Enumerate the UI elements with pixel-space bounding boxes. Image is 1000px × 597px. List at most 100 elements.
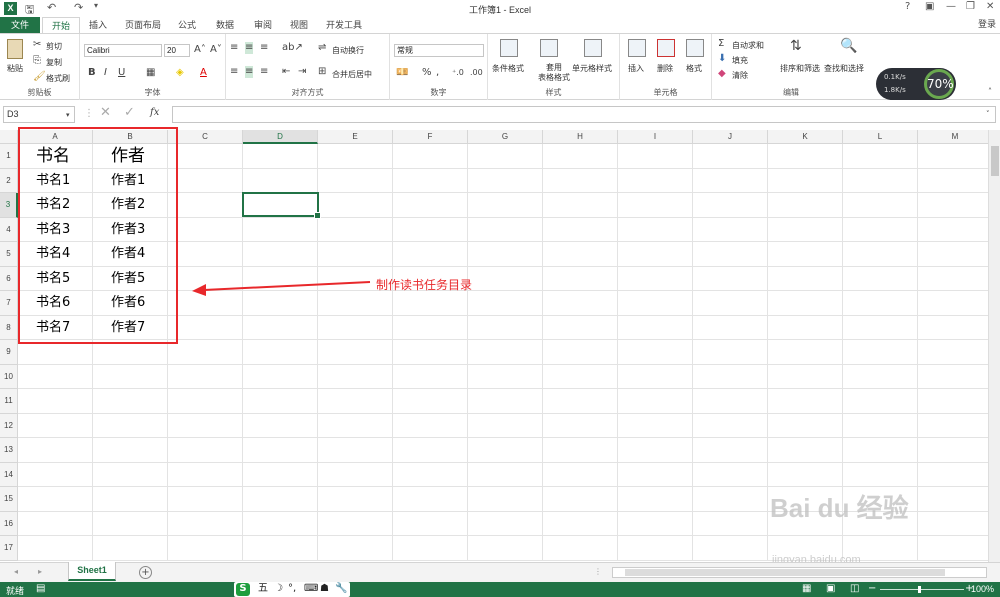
cell-j16[interactable] — [693, 511, 768, 536]
cell-f5[interactable] — [393, 242, 468, 267]
cell-k1[interactable] — [768, 144, 843, 169]
cell-d2[interactable] — [243, 168, 318, 193]
cell-c9[interactable] — [168, 340, 243, 365]
cell-d15[interactable] — [243, 487, 318, 512]
cell-k13[interactable] — [768, 438, 843, 463]
cell-h16[interactable] — [543, 511, 618, 536]
ime-settings-icon[interactable]: 🔧 — [335, 583, 347, 595]
clear-button[interactable]: 清除 — [732, 70, 748, 81]
horizontal-scrollbar[interactable] — [612, 567, 987, 578]
page-layout-view-icon[interactable]: ▣ — [826, 583, 835, 595]
name-box-dropdown-icon[interactable]: ▾ — [66, 109, 70, 121]
cell-i2[interactable] — [618, 168, 693, 193]
column-header-k[interactable]: K — [768, 130, 843, 144]
cell-g6[interactable] — [468, 266, 543, 291]
cell-j11[interactable] — [693, 389, 768, 414]
formula-input[interactable] — [172, 106, 996, 123]
login-link[interactable]: 登录 — [978, 17, 996, 34]
cell-h1[interactable] — [543, 144, 618, 169]
cell-g2[interactable] — [468, 168, 543, 193]
format-cells-button[interactable]: 格式 — [686, 63, 702, 74]
comma-style-icon[interactable]: , — [436, 67, 439, 79]
cell-i13[interactable] — [618, 438, 693, 463]
cell-m2[interactable] — [918, 169, 990, 193]
column-header-e[interactable]: E — [318, 130, 393, 144]
fill-color-icon[interactable]: ◈ — [176, 67, 184, 79]
cell-l4[interactable] — [843, 217, 918, 242]
cell-h17[interactable] — [543, 536, 618, 561]
font-name-select[interactable]: Calibri — [84, 44, 162, 57]
align-bottom-icon[interactable]: ≡ — [260, 42, 268, 54]
cell-d9[interactable] — [243, 340, 318, 365]
add-sheet-button[interactable]: + — [139, 566, 152, 579]
split-handle-icon[interactable]: ⋮ — [594, 566, 602, 578]
row-header-15[interactable]: 15 — [0, 487, 18, 512]
cell-a17[interactable] — [18, 536, 93, 561]
cell-l9[interactable] — [843, 340, 918, 365]
collapse-ribbon-icon[interactable]: ˄ — [988, 86, 992, 98]
cell-h7[interactable] — [543, 291, 618, 316]
cell-h5[interactable] — [543, 242, 618, 267]
cell-g17[interactable] — [468, 536, 543, 561]
cell-g5[interactable] — [468, 242, 543, 267]
close-icon[interactable]: ✕ — [986, 1, 994, 12]
cell-m13[interactable] — [918, 438, 990, 463]
cell-c5[interactable] — [168, 242, 243, 267]
cell-g11[interactable] — [468, 389, 543, 414]
cell-d1[interactable] — [243, 144, 318, 169]
cell-f14[interactable] — [393, 462, 468, 487]
cell-f12[interactable] — [393, 413, 468, 438]
cell-j8[interactable] — [693, 315, 768, 340]
decrease-indent-icon[interactable]: ⇤ — [282, 66, 290, 78]
cell-f13[interactable] — [393, 438, 468, 463]
cell-a13[interactable] — [18, 438, 93, 463]
column-header-j[interactable]: J — [693, 130, 768, 144]
row-header-5[interactable]: 5 — [0, 242, 18, 267]
cell-g3[interactable] — [468, 193, 543, 218]
cell-f9[interactable] — [393, 340, 468, 365]
cell-g4[interactable] — [468, 217, 543, 242]
cell-h10[interactable] — [543, 364, 618, 389]
cell-b14[interactable] — [93, 462, 168, 487]
cell-d16[interactable] — [243, 511, 318, 536]
wrap-text-button[interactable]: 自动换行 — [332, 45, 364, 56]
cell-g7[interactable] — [468, 291, 543, 316]
cell-m10[interactable] — [918, 365, 990, 389]
cell-d5[interactable] — [243, 242, 318, 267]
cell-m8[interactable] — [918, 316, 990, 340]
cell-c11[interactable] — [168, 389, 243, 414]
conditional-formatting-button[interactable]: 条件格式 — [492, 63, 524, 74]
cell-f11[interactable] — [393, 389, 468, 414]
cell-m9[interactable] — [918, 340, 990, 365]
cell-h15[interactable] — [543, 487, 618, 512]
sogou-ime-icon[interactable]: S — [236, 583, 250, 596]
align-right-icon[interactable]: ≡ — [260, 66, 268, 78]
cell-j14[interactable] — [693, 462, 768, 487]
format-painter-button[interactable]: 格式刷 — [46, 73, 70, 84]
cell-c3[interactable] — [168, 193, 243, 218]
ribbon-display-icon[interactable]: ▣ — [925, 1, 934, 12]
cell-e9[interactable] — [318, 340, 393, 365]
restore-icon[interactable]: ❐ — [966, 1, 975, 12]
bold-icon[interactable]: B — [88, 67, 96, 79]
cell-k6[interactable] — [768, 266, 843, 291]
cell-e17[interactable] — [318, 536, 393, 561]
page-break-view-icon[interactable]: ◫ — [850, 583, 859, 595]
cell-k12[interactable] — [768, 413, 843, 438]
cell-b10[interactable] — [93, 364, 168, 389]
cell-i4[interactable] — [618, 217, 693, 242]
cell-k9[interactable] — [768, 340, 843, 365]
ime-punct-icon[interactable]: °, — [288, 583, 296, 595]
grow-font-icon[interactable]: A˄ — [194, 44, 206, 56]
cell-c13[interactable] — [168, 438, 243, 463]
column-header-d[interactable]: D — [243, 130, 318, 144]
borders-icon[interactable]: ▦ — [146, 67, 155, 79]
cell-f16[interactable] — [393, 511, 468, 536]
cell-m1[interactable] — [918, 144, 990, 169]
cell-j7[interactable] — [693, 291, 768, 316]
cell-i6[interactable] — [618, 266, 693, 291]
cell-m15[interactable] — [918, 487, 990, 512]
find-select-button[interactable]: 查找和选择 — [824, 63, 864, 74]
align-middle-icon[interactable]: ≡ — [245, 42, 254, 54]
cell-e14[interactable] — [318, 462, 393, 487]
